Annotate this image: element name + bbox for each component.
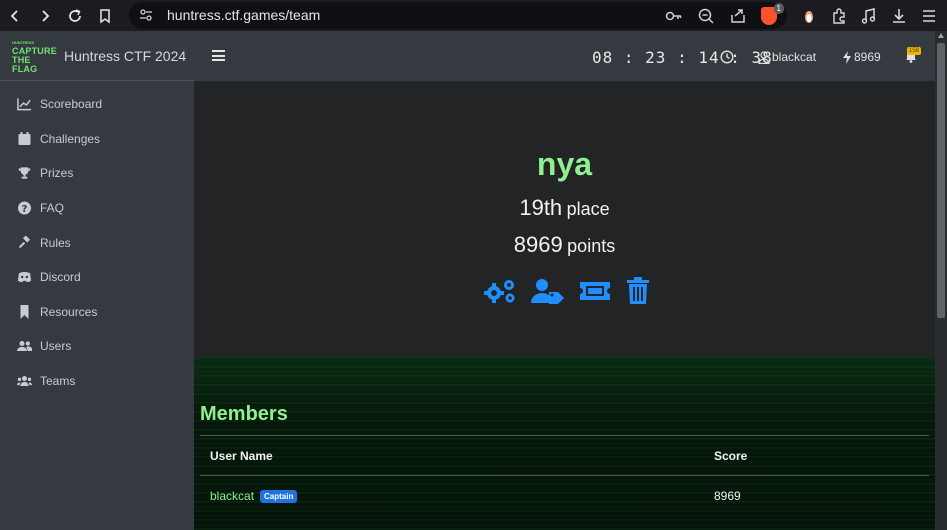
sidebar-item-scoreboard[interactable]: Scoreboard <box>0 87 194 122</box>
scrollbar-thumb[interactable] <box>937 43 945 318</box>
key-icon[interactable] <box>665 7 683 25</box>
sidebar-item-label: Challenges <box>40 131 101 146</box>
shield-count: 1 <box>773 2 784 14</box>
sidebar-item-label: Scoreboard <box>40 97 103 112</box>
captain-badge: Captain <box>260 489 298 503</box>
brave-rewards-icon[interactable] <box>800 7 818 25</box>
username-label: blackcat <box>772 50 817 64</box>
back-button[interactable] <box>0 0 30 31</box>
sidebar-item-label: FAQ <box>40 201 65 216</box>
sidebar-menu: Scoreboard Challenges Prizes ? FAQ Rules… <box>0 81 194 398</box>
ticket-icon <box>580 282 610 300</box>
sidebar: HUNTRESS CAPTURE THE FLAG Huntress CTF 2… <box>0 31 194 530</box>
top-navbar: 08 : 23 : 14 : 38 blackcat 8969 158 <box>194 31 935 82</box>
sidebar-item-label: Rules <box>40 235 71 250</box>
brave-shields-button[interactable]: 1 <box>761 2 784 25</box>
column-header-score: Score <box>704 435 929 476</box>
members-table: User Name Score blackcat Captain 8969 <box>200 435 929 516</box>
sidebar-item-rules[interactable]: Rules <box>0 225 194 260</box>
gavel-icon <box>18 235 31 248</box>
zoom-out-icon[interactable] <box>697 7 715 25</box>
reload-button[interactable] <box>60 0 90 31</box>
sidebar-item-prizes[interactable]: Prizes <box>0 156 194 191</box>
discord-icon <box>17 272 32 283</box>
place-label: place <box>566 199 610 219</box>
sidebar-item-label: Teams <box>40 374 76 389</box>
music-icon[interactable] <box>860 7 878 25</box>
brand[interactable]: HUNTRESS CAPTURE THE FLAG Huntress CTF 2… <box>0 31 194 81</box>
chevron-left-icon <box>10 9 18 22</box>
team-place: 19th place <box>194 195 935 221</box>
share-icon[interactable] <box>729 7 747 25</box>
team-invite-button[interactable] <box>579 278 611 304</box>
sidebar-item-label: Users <box>40 339 72 354</box>
countdown-timer: 08 : 23 : 14 : 38 <box>592 48 773 67</box>
members-heading: Members <box>200 403 288 425</box>
extensions-icon[interactable] <box>830 7 848 25</box>
member-link[interactable]: blackcat <box>210 489 254 503</box>
teams-icon <box>17 376 32 387</box>
sidebar-item-label: Discord <box>40 270 81 285</box>
team-disband-button[interactable] <box>625 277 651 305</box>
points-indicator[interactable]: 8969 <box>842 50 881 64</box>
user-tag-icon <box>531 279 564 304</box>
page-scrollbar[interactable] <box>935 31 947 530</box>
points-label: 8969 <box>854 50 881 64</box>
clock-icon <box>720 50 734 64</box>
sidebar-item-teams[interactable]: Teams <box>0 364 194 399</box>
site-settings-icon[interactable] <box>139 8 153 22</box>
user-profile-link[interactable]: blackcat <box>758 50 816 64</box>
calendar-icon <box>18 131 31 145</box>
question-circle-icon: ? <box>18 201 31 215</box>
browser-toolbar: huntress.ctf.games/team 1 <box>0 0 947 31</box>
logo-line-3: THE FLAG <box>12 54 38 74</box>
sidebar-item-users[interactable]: Users <box>0 329 194 364</box>
chart-line-icon <box>17 98 32 111</box>
bookmark-outline-icon <box>100 8 110 23</box>
scroll-up-arrow-icon[interactable] <box>938 33 944 38</box>
ctf-logo: HUNTRESS CAPTURE THE FLAG <box>12 40 58 74</box>
points-number: 8969 <box>513 232 563 257</box>
trash-icon <box>627 277 649 304</box>
sidebar-item-challenges[interactable]: Challenges <box>0 122 194 157</box>
svg-text:?: ? <box>22 204 28 215</box>
bolt-icon <box>843 50 851 64</box>
download-icon[interactable] <box>890 7 908 25</box>
team-points: 8969 points <box>194 232 935 258</box>
brand-name: Huntress CTF 2024 <box>64 47 187 64</box>
sidebar-item-label: Resources <box>40 304 98 319</box>
team-actions <box>483 277 651 305</box>
sidebar-item-label: Prizes <box>40 166 74 181</box>
user-icon <box>758 50 770 64</box>
hamburger-menu-icon[interactable] <box>212 50 225 61</box>
bookmark-button[interactable] <box>90 0 120 31</box>
menu-icon[interactable] <box>920 7 938 25</box>
place-number: 19th <box>519 195 563 220</box>
notification-badge: 158 <box>907 47 922 55</box>
url-text[interactable]: huntress.ctf.games/team <box>167 7 320 23</box>
address-bar[interactable]: huntress.ctf.games/team 1 <box>129 2 787 29</box>
sidebar-item-resources[interactable]: Resources <box>0 295 194 330</box>
bookmark-icon <box>20 304 29 319</box>
team-captain-button[interactable] <box>531 278 565 304</box>
column-header-username: User Name <box>200 435 704 476</box>
team-header: nya 19th place 8969 points <box>194 82 935 357</box>
sidebar-item-faq[interactable]: ? FAQ <box>0 191 194 226</box>
trophy-icon <box>18 167 31 180</box>
reload-icon <box>69 8 81 22</box>
team-settings-button[interactable] <box>483 278 517 304</box>
forward-button[interactable] <box>30 0 60 31</box>
points-word: points <box>567 236 616 256</box>
table-header-row: User Name Score <box>200 435 929 476</box>
sidebar-item-discord[interactable]: Discord <box>0 260 194 295</box>
cogs-icon <box>484 280 515 303</box>
chevron-right-icon <box>42 9 50 22</box>
member-score-cell: 8969 <box>714 488 741 503</box>
users-icon <box>17 341 32 352</box>
team-name: nya <box>536 146 593 182</box>
table-row: blackcat Captain 8969 <box>200 476 929 516</box>
member-name-cell: blackcat Captain <box>200 476 704 516</box>
